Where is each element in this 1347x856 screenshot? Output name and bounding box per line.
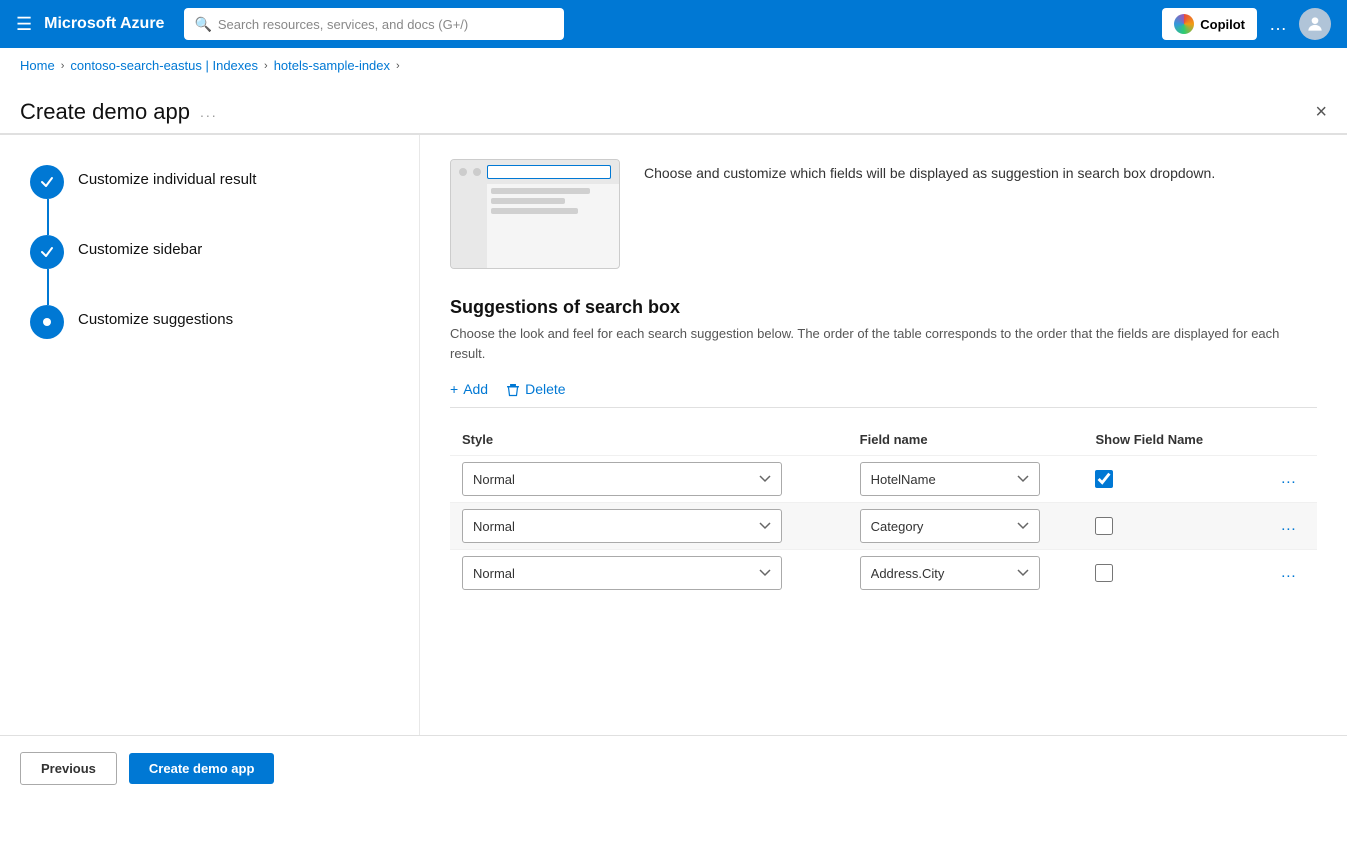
step-item-1: Customize individual result [30,165,389,199]
field-select-3[interactable]: HotelName Category Address.City Descript… [860,556,1040,590]
show-cell-3 [1083,550,1268,597]
avatar[interactable] [1299,8,1331,40]
breadcrumb: Home › contoso-search-eastus | Indexes ›… [0,48,1347,83]
show-cell-2 [1083,503,1268,550]
browser-bar [451,160,619,184]
description-text: Choose and customize which fields will b… [644,159,1215,184]
search-bar[interactable]: 🔍 Search resources, services, and docs (… [184,8,564,40]
page-header: Create demo app ... × [0,83,1347,134]
step-label-3: Customize suggestions [78,305,233,328]
azure-logo: Microsoft Azure [44,15,164,33]
style-select-3[interactable]: Normal Bold Italic [462,556,782,590]
field-cell-1: HotelName Category Address.City Descript… [848,456,1084,503]
breadcrumb-indexes[interactable]: contoso-search-eastus | Indexes [70,58,258,73]
field-select-1[interactable]: HotelName Category Address.City Descript… [860,462,1040,496]
add-button[interactable]: + Add [450,381,488,397]
row-more-icon-3[interactable]: … [1280,564,1298,581]
field-cell-3: HotelName Category Address.City Descript… [848,550,1084,597]
chevron-icon: › [396,60,400,72]
browser-address-bar [487,165,611,179]
col-header-field: Field name [848,424,1084,456]
table-row: Normal Bold Italic HotelName Category Ad… [450,550,1317,597]
suggestions-table: Style Field name Show Field Name Normal … [450,424,1317,596]
step-circle-1 [30,165,64,199]
copilot-label: Copilot [1200,17,1245,32]
chevron-icon: › [61,60,65,72]
steps-sidebar: Customize individual result Customize si… [0,135,420,735]
section-subtext: Choose the look and feel for each search… [450,324,1317,363]
style-cell-1: Normal Bold Italic [450,456,848,503]
more-options-icon[interactable]: … [1269,14,1287,35]
table-row: Normal Bold Italic HotelName Category Ad… [450,503,1317,550]
section-heading: Suggestions of search box [450,297,1317,318]
main-content: Choose and customize which fields will b… [420,135,1347,735]
field-cell-2: HotelName Category Address.City Descript… [848,503,1084,550]
step-label-2: Customize sidebar [78,235,202,258]
breadcrumb-home[interactable]: Home [20,58,55,73]
step-item-3: Customize suggestions [30,305,389,339]
browser-dot-2 [473,168,481,176]
step-label-1: Customize individual result [78,165,256,188]
create-demo-app-button[interactable]: Create demo app [129,753,274,784]
style-select-2[interactable]: Normal Bold Italic [462,509,782,543]
search-icon: 🔍 [194,16,211,33]
copilot-icon [1174,14,1194,34]
row-actions-3: … [1268,550,1317,597]
browser-main-mini [487,184,619,268]
browser-body [451,184,619,268]
browser-sidebar-mini [451,184,487,268]
field-select-2[interactable]: HotelName Category Address.City Descript… [860,509,1040,543]
dialog-footer: Previous Create demo app [0,735,1347,801]
body-layout: Customize individual result Customize si… [0,135,1347,735]
step-circle-2 [30,235,64,269]
copilot-button[interactable]: Copilot [1162,8,1257,40]
show-checkbox-1[interactable] [1095,470,1113,488]
style-cell-3: Normal Bold Italic [450,550,848,597]
title-more-icon[interactable]: ... [200,104,218,120]
style-select-1[interactable]: Normal Bold Italic [462,462,782,496]
step-connector-2 [47,269,49,305]
table-toolbar: + Add Delete [450,381,1317,408]
step-item-2: Customize sidebar [30,235,389,269]
browser-dot-1 [459,168,467,176]
step-circle-3 [30,305,64,339]
step-connector-1 [47,199,49,235]
breadcrumb-index[interactable]: hotels-sample-index [274,58,390,73]
top-section: Choose and customize which fields will b… [450,159,1317,269]
row-actions-1: … [1268,456,1317,503]
row-actions-2: … [1268,503,1317,550]
search-placeholder: Search resources, services, and docs (G+… [218,17,468,32]
top-nav: ☰ Microsoft Azure 🔍 Search resources, se… [0,0,1347,48]
delete-label: Delete [525,381,565,397]
row-more-icon-2[interactable]: … [1280,517,1298,534]
style-cell-2: Normal Bold Italic [450,503,848,550]
col-header-show: Show Field Name [1083,424,1268,456]
add-label: Add [463,381,488,397]
row-more-icon-1[interactable]: … [1280,470,1298,487]
add-icon: + [450,381,458,397]
hamburger-icon[interactable]: ☰ [16,14,32,35]
show-checkbox-2[interactable] [1095,517,1113,535]
delete-icon [506,381,520,397]
show-cell-1 [1083,456,1268,503]
browser-preview [450,159,620,269]
previous-button[interactable]: Previous [20,752,117,785]
col-header-actions [1268,424,1317,456]
delete-button[interactable]: Delete [506,381,565,397]
show-checkbox-3[interactable] [1095,564,1113,582]
table-row: Normal Bold Italic HotelName Category Ad… [450,456,1317,503]
page-title: Create demo app [20,99,190,125]
close-button[interactable]: × [1315,101,1327,124]
col-header-style: Style [450,424,848,456]
chevron-icon: › [264,60,268,72]
